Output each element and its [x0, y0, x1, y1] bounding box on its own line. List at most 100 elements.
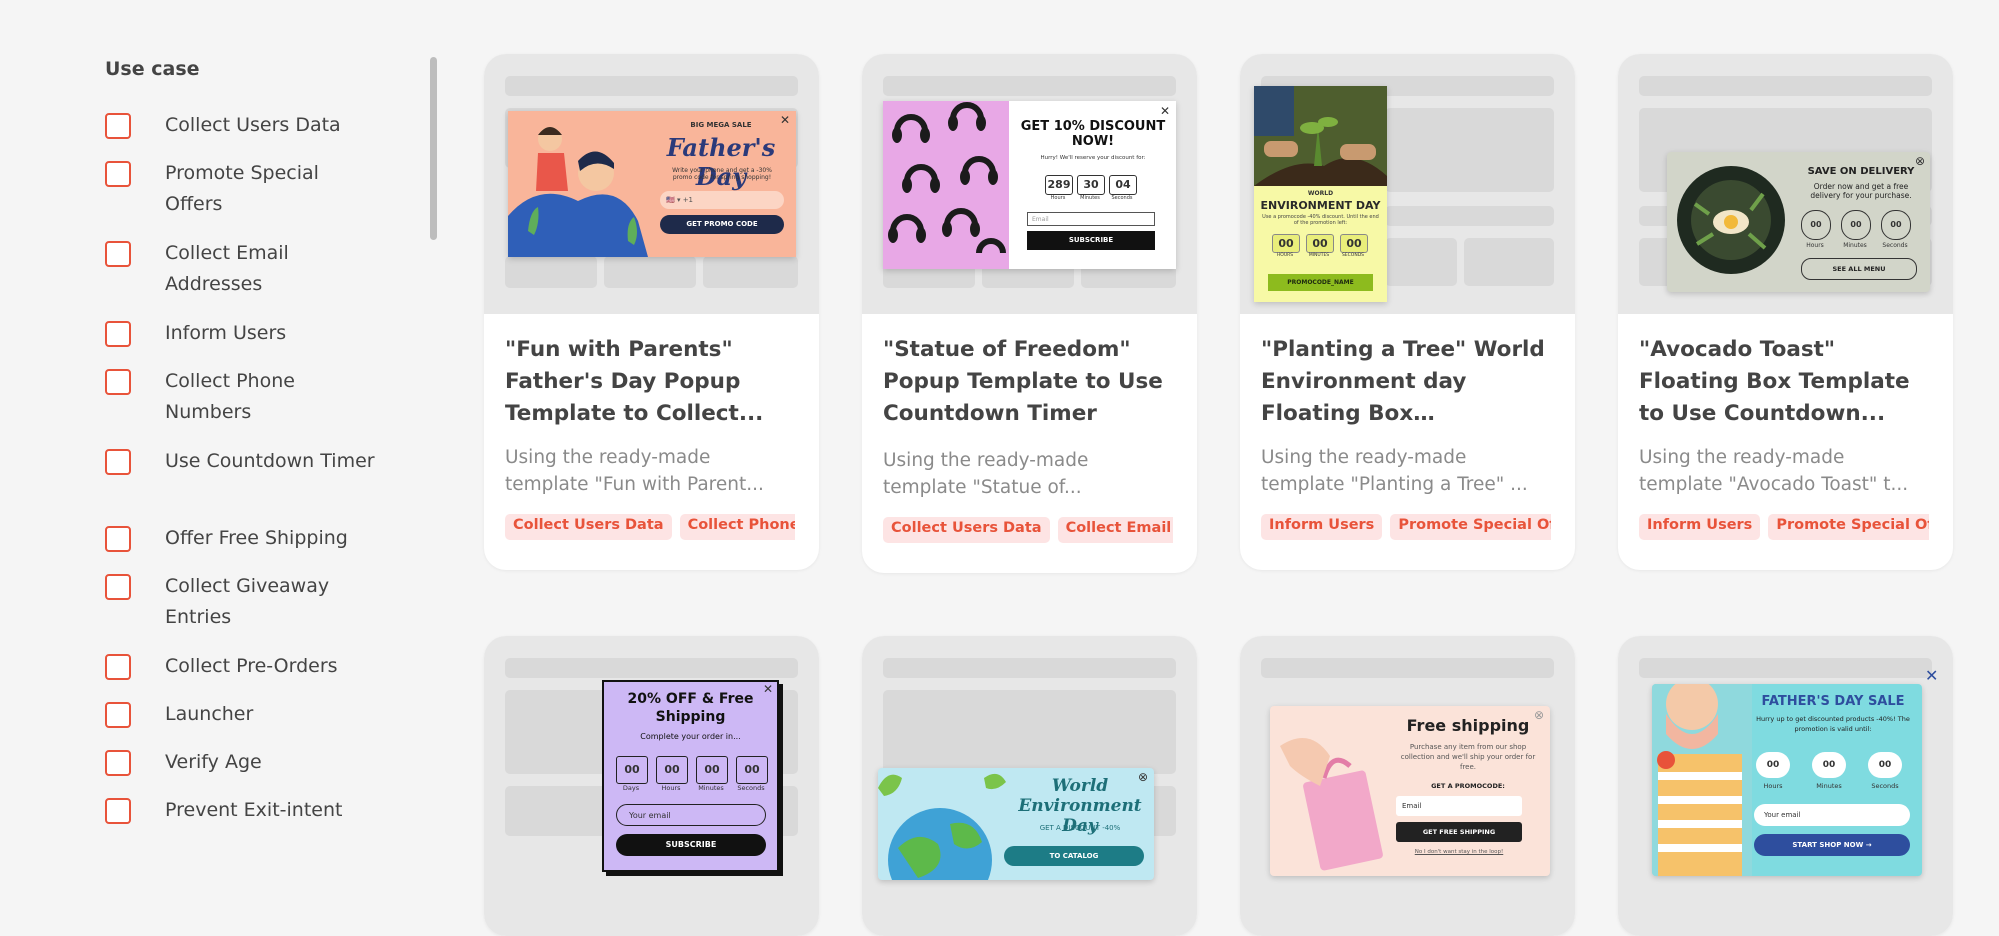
template-card[interactable]: ⊗ SAVE ON DELIVERY Order now and get a f… — [1618, 54, 1953, 570]
tag[interactable]: Inform Users — [1639, 514, 1761, 540]
filter-checkbox[interactable] — [105, 241, 131, 267]
template-preview: ⊗ SAVE ON DELIVERY Order now and get a f… — [1618, 54, 1953, 314]
template-card[interactable]: FATHER'S DAY SALE Hurry up to get discou… — [1618, 636, 1953, 936]
tag[interactable]: Collect Phone N — [679, 514, 795, 540]
email-field[interactable]: Your email — [616, 804, 766, 826]
start-shop-button[interactable]: START SHOP NOW → — [1754, 834, 1910, 856]
tag[interactable]: Collect Users Data — [505, 514, 672, 540]
filter-checkbox[interactable] — [105, 321, 131, 347]
tag[interactable]: Collect Email Ac — [1057, 517, 1173, 543]
headphones-image — [883, 101, 1009, 269]
template-card[interactable]: ⊗ World Environment Day GET A DISCOUNT -… — [862, 636, 1197, 936]
timer-label: Seconds — [737, 784, 765, 792]
filter-option[interactable]: Collect Email Addresses — [105, 241, 375, 300]
filter-option[interactable]: Launcher — [105, 702, 375, 730]
filter-label[interactable]: Verify Age — [165, 747, 375, 778]
filter-checkbox[interactable] — [105, 750, 131, 776]
get-free-shipping-button[interactable]: GET FREE SHIPPING — [1396, 822, 1522, 842]
filter-option[interactable]: Inform Users — [105, 321, 375, 349]
timer-label: Seconds — [1882, 242, 1908, 249]
filter-label[interactable]: Collect Giveaway Entries — [165, 571, 375, 633]
email-field[interactable]: Email — [1027, 212, 1155, 226]
timer-hours: 00 — [656, 756, 688, 784]
filter-label[interactable]: Offer Free Shipping — [165, 523, 375, 554]
subscribe-button[interactable]: SUBSCRIBE — [616, 834, 766, 856]
tag[interactable]: Promote Special Offe — [1768, 514, 1929, 540]
email-field[interactable]: Your email — [1754, 804, 1910, 826]
filter-label[interactable]: Launcher — [165, 699, 375, 730]
popup-button[interactable]: GET PROMO CODE — [660, 215, 784, 234]
popup-text: Write your phone and get a -30% promo co… — [672, 167, 772, 181]
filter-checkbox[interactable] — [105, 798, 131, 824]
template-card[interactable]: ✕ BIG MEGA SALE Father's Day Write your … — [484, 54, 819, 570]
timer-seconds: 00 — [736, 756, 768, 784]
tag[interactable]: Promote Special Offe — [1390, 514, 1551, 540]
filter-option[interactable]: Collect Pre-Orders — [105, 654, 375, 682]
popup-heading: Father's Day — [666, 133, 776, 191]
template-card[interactable]: ✕ 20% OFF & Free Shipping Complete your … — [484, 636, 819, 936]
filter-checkbox[interactable] — [105, 574, 131, 600]
to-catalog-button[interactable]: TO CATALOG — [1004, 846, 1144, 866]
timer-seconds: 04 — [1109, 175, 1137, 195]
filter-option[interactable]: Use Countdown Timer — [105, 449, 375, 477]
decline-link[interactable]: No I don't want stay in the loop! — [1396, 849, 1522, 855]
popup-text: Hurry up to get discounted products -40%… — [1756, 715, 1910, 733]
use-case-filter-panel: Use case — [105, 58, 405, 112]
timer-label: Seconds — [1111, 195, 1133, 201]
template-preview: ✕ BIG MEGA SALE Father's Day Write your … — [484, 54, 819, 314]
filter-checkbox[interactable] — [105, 161, 131, 187]
timer-hours: 00 — [1272, 234, 1300, 253]
popup-text: Use a promocode -40% discount. Until the… — [1262, 214, 1379, 226]
timer-seconds: 00 — [1340, 234, 1368, 253]
filter-label[interactable]: Collect Phone Numbers — [165, 366, 375, 428]
promocode-button[interactable]: PROMOCODE_NAME — [1268, 274, 1373, 291]
filter-option[interactable]: Collect Phone Numbers — [105, 369, 375, 428]
filter-label[interactable]: Collect Email Addresses — [165, 238, 375, 300]
filter-label[interactable]: Collect Pre-Orders — [165, 651, 375, 682]
filter-checkbox[interactable] — [105, 369, 131, 395]
filter-label[interactable]: Inform Users — [165, 318, 375, 349]
filter-checkbox[interactable] — [105, 526, 131, 552]
popup-preview-statue-of-freedom: ✕ GET 10% DISCOUNT NOW! Hurry! We'll res… — [883, 101, 1176, 269]
filter-label[interactable]: Collect Users Data — [165, 110, 375, 141]
filter-option[interactable]: Offer Free Shipping — [105, 526, 375, 554]
filter-checkbox[interactable] — [105, 654, 131, 680]
filter-checkbox[interactable] — [105, 449, 131, 475]
card-title[interactable]: "Planting a Tree" World Environment day … — [1261, 334, 1554, 430]
filter-option[interactable]: Verify Age — [105, 750, 375, 778]
filter-option[interactable]: Prevent Exit-intent — [105, 798, 375, 826]
filter-label[interactable]: Prevent Exit-intent — [165, 795, 375, 826]
sidebar-scrollbar[interactable] — [430, 57, 437, 240]
filter-checkbox[interactable] — [105, 113, 131, 139]
close-icon[interactable]: ✕ — [1160, 104, 1170, 118]
tag[interactable]: Inform Users — [1261, 514, 1383, 540]
card-title[interactable]: "Avocado Toast" Floating Box Template to… — [1639, 334, 1932, 430]
filter-label[interactable]: Promote Special Offers — [165, 158, 375, 220]
filter-option[interactable]: Collect Giveaway Entries — [105, 574, 375, 633]
filter-option[interactable]: Collect Users Data — [105, 113, 375, 141]
card-title[interactable]: "Fun with Parents" Father's Day Popup Te… — [505, 334, 798, 430]
popup-preview-planting-a-tree: WORLD ENVIRONMENT DAY Use a promocode -4… — [1254, 86, 1387, 302]
card-description: Using the ready-made template "Fun with … — [505, 447, 764, 495]
tag[interactable]: Collect Users Data — [883, 517, 1050, 543]
phone-input[interactable]: 🇺🇸 ▾ +1 — [660, 191, 784, 209]
card-title[interactable]: "Statue of Freedom" Popup Template to Us… — [883, 334, 1176, 430]
template-card[interactable]: ✕ GET 10% DISCOUNT NOW! Hurry! We'll res… — [862, 54, 1197, 573]
popup-preview-free-shipping-offer: ✕ 20% OFF & Free Shipping Complete your … — [602, 680, 779, 872]
filter-label[interactable]: Use Countdown Timer — [165, 446, 375, 477]
filter-option[interactable]: Promote Special Offers — [105, 161, 375, 220]
see-all-menu-button[interactable]: SEE ALL MENU — [1801, 258, 1917, 280]
parent-child-illustration — [508, 127, 648, 257]
man-illustration — [1652, 684, 1752, 876]
timer-label: Days — [622, 784, 640, 792]
filter-checkbox[interactable] — [105, 702, 131, 728]
subscribe-button[interactable]: SUBSCRIBE — [1027, 231, 1155, 250]
email-field[interactable]: Email — [1396, 796, 1522, 816]
template-card[interactable]: WORLD ENVIRONMENT DAY Use a promocode -4… — [1240, 54, 1575, 570]
popup-heading: FATHER'S DAY SALE — [1761, 694, 1905, 709]
template-preview: FATHER'S DAY SALE Hurry up to get discou… — [1618, 636, 1953, 936]
close-icon[interactable]: ✕ — [1925, 666, 1938, 685]
template-card[interactable]: ⊗ Free shipping Purchase any item from o… — [1240, 636, 1575, 936]
timer-seconds: 00 — [1881, 210, 1911, 240]
popup-heading: Free shipping — [1406, 716, 1530, 735]
